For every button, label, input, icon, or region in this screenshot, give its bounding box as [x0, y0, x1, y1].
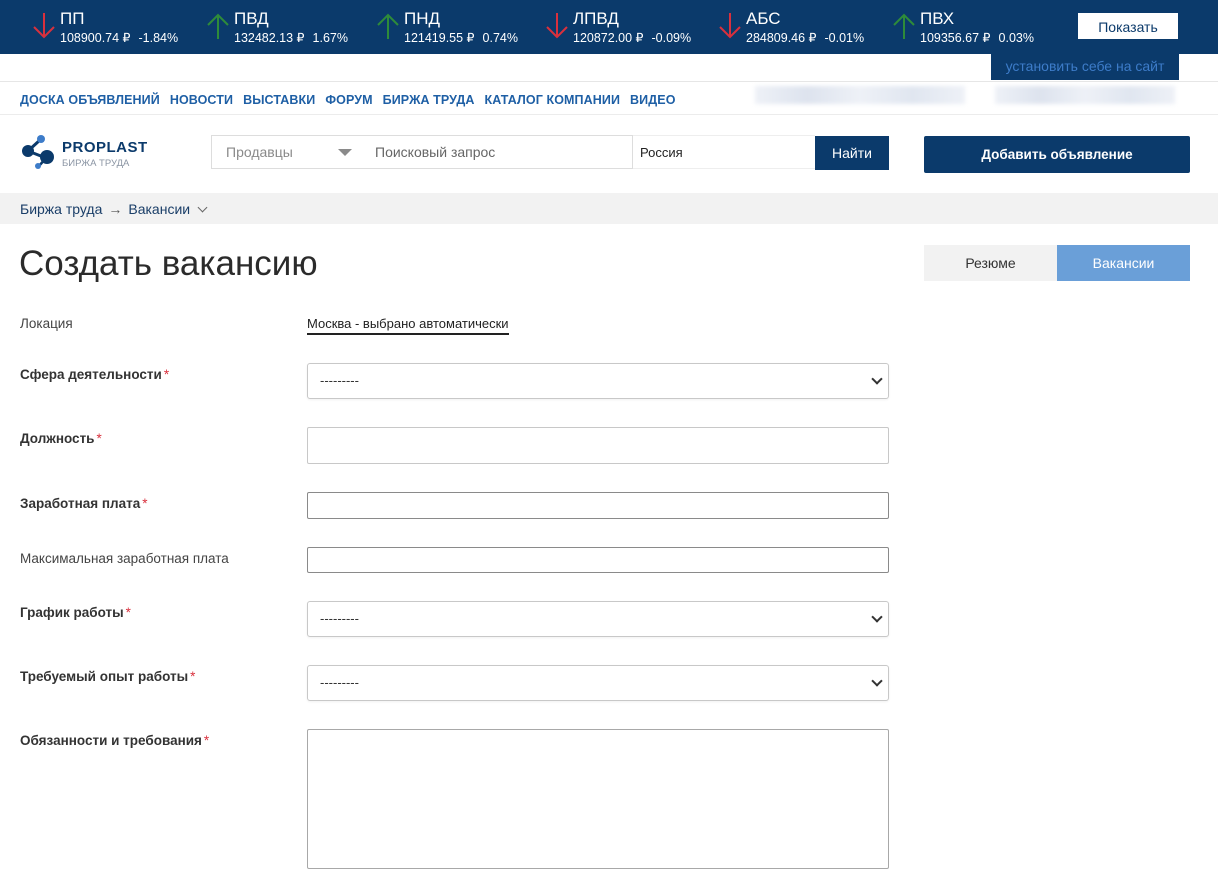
sphere-select[interactable]: --------- — [307, 363, 889, 399]
ticker-name: ПВД — [234, 9, 269, 28]
required-mark: * — [96, 431, 102, 446]
sphere-select-value: --------- — [320, 373, 359, 388]
search-category-select[interactable]: Продавцы — [211, 135, 361, 169]
schedule-label-text: График работы — [20, 605, 124, 620]
nav-video[interactable]: ВИДЕО — [630, 93, 675, 107]
nav-jobs[interactable]: БИРЖА ТРУДА — [383, 93, 475, 107]
arrow-down-icon — [719, 13, 741, 39]
sphere-label-text: Сфера деятельности — [20, 367, 162, 382]
salary-input[interactable] — [307, 492, 889, 519]
ticker-name: АБС — [746, 9, 781, 28]
page-title: Создать вакансию — [19, 244, 318, 283]
schedule-select-value: --------- — [320, 611, 359, 626]
location-label: Локация — [20, 316, 73, 331]
ticker-values: 109356.67 ₽ 0.03% — [920, 30, 1034, 45]
price-ticker: ПП 108900.74 ₽ -1.84% ПВД 132482.13 ₽ 1.67% ПН… — [0, 0, 1218, 54]
duties-textarea[interactable] — [307, 729, 889, 869]
blurred-banner — [995, 86, 1175, 104]
ticker-name: ЛПВД — [573, 9, 619, 28]
sphere-label: Сфера деятельности * — [20, 367, 169, 382]
divider — [0, 114, 1218, 115]
schedule-select[interactable]: --------- — [307, 601, 889, 637]
tab-vacancies[interactable]: Вакансии — [1057, 245, 1190, 281]
logo-name[interactable]: PROPLAST — [62, 139, 148, 156]
chevron-down-icon — [871, 611, 883, 623]
ticker-show-button[interactable]: Показать — [1078, 13, 1178, 39]
ticker-name: ПП — [60, 9, 85, 28]
add-listing-button[interactable]: Добавить объявление — [924, 136, 1190, 173]
ticker-change: 1.67% — [312, 31, 348, 45]
arrow-up-icon — [207, 13, 229, 39]
breadcrumb-current[interactable]: Вакансии — [128, 201, 190, 217]
region-select[interactable]: Россия — [633, 135, 815, 169]
breadcrumb-root[interactable]: Биржа труда — [20, 201, 102, 217]
ticker-values: 120872.00 ₽ -0.09% — [573, 30, 691, 45]
divider — [0, 81, 1218, 82]
search-category-value: Продавцы — [226, 144, 293, 160]
main-nav: ДОСКА ОБЪЯВЛЕНИЙ НОВОСТИ ВЫСТАВКИ ФОРУМ БИРЖ… — [20, 91, 686, 107]
salary-label: Заработная плата * — [20, 496, 148, 511]
experience-select-value: --------- — [320, 675, 359, 690]
breadcrumb-separator: → — [108, 201, 123, 217]
ticker-name: ПВХ — [920, 9, 955, 28]
arrow-down-icon — [546, 13, 568, 39]
ticker-price: 121419.55 ₽ — [404, 31, 475, 45]
search-button[interactable]: Найти — [815, 136, 889, 170]
nav-board[interactable]: ДОСКА ОБЪЯВЛЕНИЙ — [20, 93, 160, 107]
ticker-change: 0.74% — [482, 31, 518, 45]
ticker-change: -1.84% — [138, 31, 179, 45]
logo-subtitle: БИРЖА ТРУДА — [62, 158, 130, 169]
duties-label-text: Обязанности и требования — [20, 733, 202, 748]
schedule-label: График работы * — [20, 605, 131, 620]
experience-label: Требуемый опыт работы * — [20, 669, 195, 684]
blurred-banner — [755, 86, 965, 104]
duties-label: Обязанности и требования * — [20, 733, 209, 748]
ticker-install-link[interactable]: установить себе на сайт — [991, 54, 1179, 80]
caret-down-icon — [338, 149, 352, 156]
arrow-down-icon — [33, 13, 55, 39]
ticker-name: ПНД — [404, 9, 441, 28]
arrow-up-icon — [377, 13, 399, 39]
ticker-change: -0.01% — [824, 31, 865, 45]
ticker-values: 284809.46 ₽ -0.01% — [746, 30, 864, 45]
experience-select[interactable]: --------- — [307, 665, 889, 701]
chevron-down-icon[interactable] — [197, 202, 208, 213]
ticker-price: 284809.46 ₽ — [746, 31, 817, 45]
chevron-down-icon — [871, 675, 883, 687]
chevron-down-icon — [871, 373, 883, 385]
position-input[interactable] — [307, 427, 889, 464]
max-salary-label: Максимальная заработная плата — [20, 551, 229, 566]
nav-catalog[interactable]: КАТАЛОГ КОМПАНИИ — [485, 93, 621, 107]
max-salary-input[interactable] — [307, 547, 889, 573]
logo-molecule-icon[interactable] — [20, 133, 56, 169]
experience-label-text: Требуемый опыт работы — [20, 669, 189, 684]
search-input[interactable] — [360, 135, 633, 169]
position-label: Должность * — [20, 431, 102, 446]
ticker-price: 109356.67 ₽ — [920, 31, 991, 45]
nav-forum[interactable]: ФОРУМ — [325, 93, 372, 107]
ticker-change: -0.09% — [651, 31, 692, 45]
required-mark: * — [163, 367, 170, 382]
required-mark: * — [125, 605, 131, 620]
breadcrumb: Биржа труда → Вакансии — [0, 193, 1218, 224]
ticker-price: 132482.13 ₽ — [234, 31, 305, 45]
ticker-values: 121419.55 ₽ 0.74% — [404, 30, 518, 45]
ticker-values: 132482.13 ₽ 1.67% — [234, 30, 348, 45]
tab-resume[interactable]: Резюме — [924, 245, 1057, 281]
ticker-price: 108900.74 ₽ — [60, 31, 131, 45]
required-mark: * — [190, 669, 196, 684]
nav-exhibitions[interactable]: ВЫСТАВКИ — [243, 93, 315, 107]
ticker-price: 120872.00 ₽ — [573, 31, 644, 45]
required-mark: * — [203, 733, 210, 748]
location-value-link[interactable]: Москва - выбрано автоматически — [307, 316, 509, 335]
required-mark: * — [142, 496, 148, 511]
position-label-text: Должность — [20, 431, 95, 446]
salary-label-text: Заработная плата — [20, 496, 141, 511]
ticker-values: 108900.74 ₽ -1.84% — [60, 30, 178, 45]
arrow-up-icon — [893, 13, 915, 39]
nav-news[interactable]: НОВОСТИ — [170, 93, 233, 107]
ticker-change: 0.03% — [998, 31, 1034, 45]
